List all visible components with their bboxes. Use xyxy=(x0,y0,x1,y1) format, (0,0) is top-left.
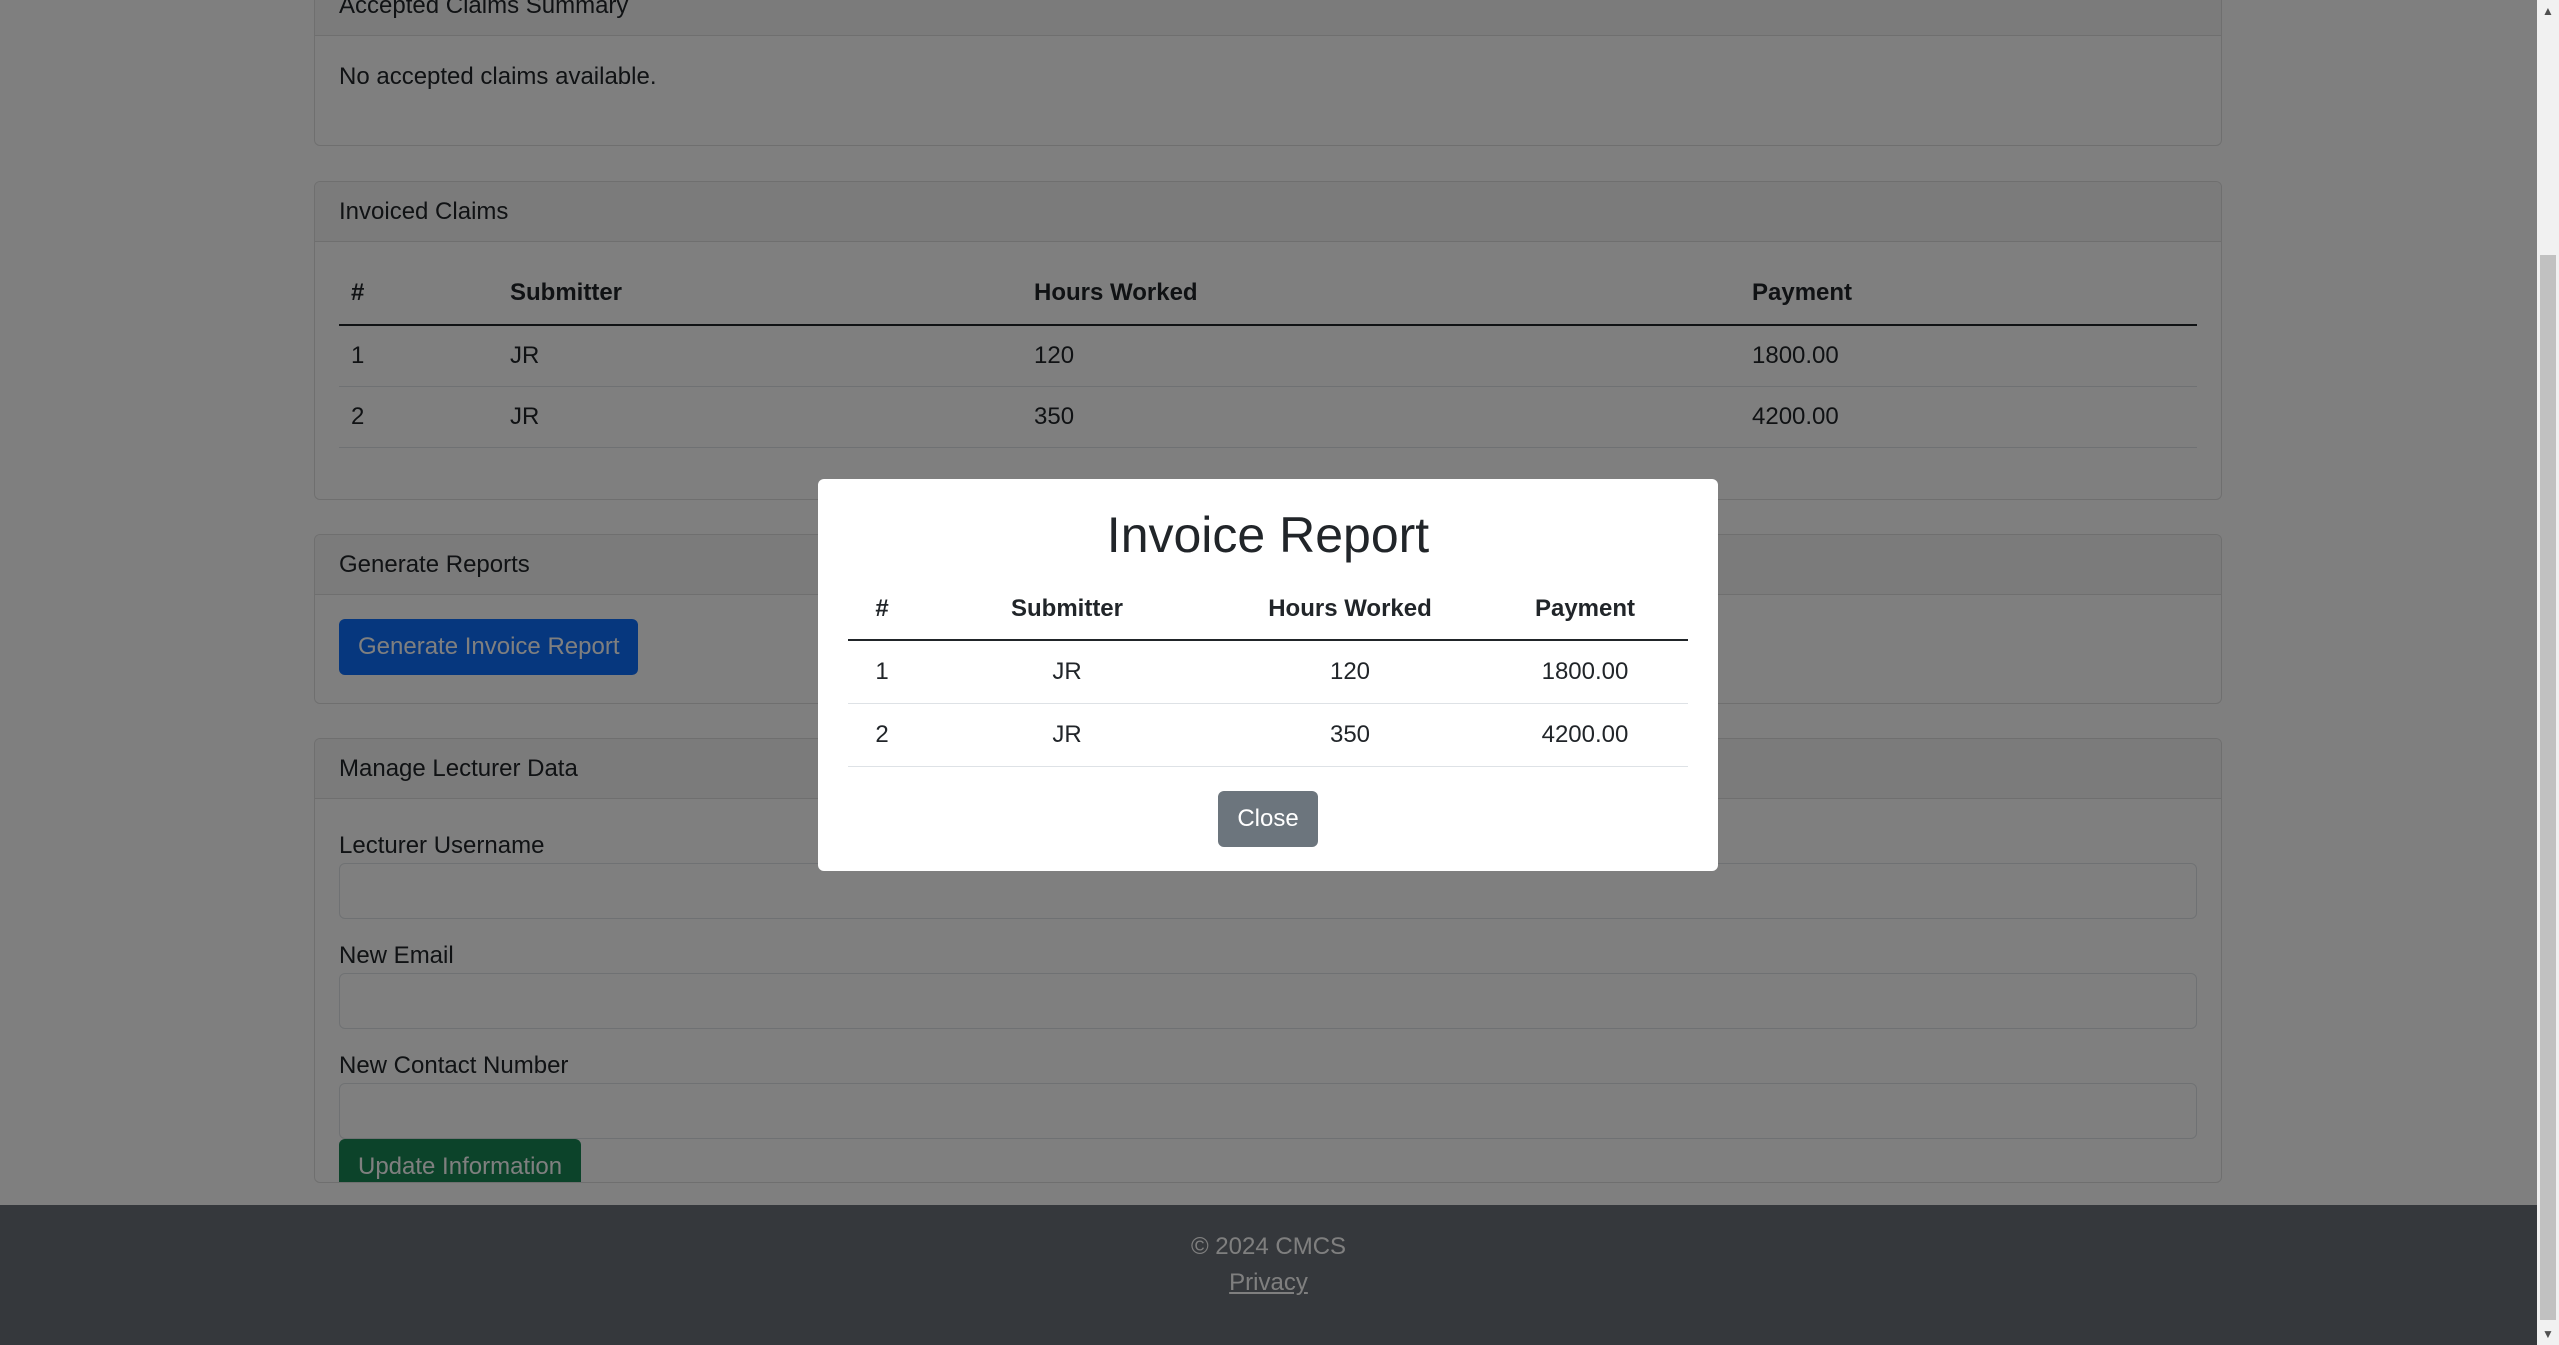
cell-payment: 1800.00 xyxy=(1482,640,1688,704)
invoice-report-modal: Invoice Report # Submitter Hours Worked … xyxy=(818,479,1718,871)
scroll-down-arrow-icon[interactable]: ▼ xyxy=(2537,1323,2559,1345)
column-header-number: # xyxy=(848,579,916,641)
cell-number: 2 xyxy=(848,703,916,767)
invoice-report-table: # Submitter Hours Worked Payment 1 JR 12… xyxy=(848,579,1688,767)
cell-hours: 350 xyxy=(1218,703,1482,767)
cell-number: 1 xyxy=(848,640,916,704)
column-header-hours: Hours Worked xyxy=(1218,579,1482,641)
cell-submitter: JR xyxy=(916,703,1218,767)
column-header-payment: Payment xyxy=(1482,579,1688,641)
table-row: 1 JR 120 1800.00 xyxy=(848,640,1688,704)
column-header-submitter: Submitter xyxy=(916,579,1218,641)
scrollbar-thumb[interactable] xyxy=(2540,255,2556,1320)
page: Accepted Claims Summary No accepted clai… xyxy=(0,0,2537,1345)
table-row: 2 JR 350 4200.00 xyxy=(848,703,1688,767)
modal-title: Invoice Report xyxy=(1106,507,1430,563)
scroll-up-arrow-icon[interactable]: ▲ xyxy=(2537,0,2559,22)
cell-payment: 4200.00 xyxy=(1482,703,1688,767)
cell-submitter: JR xyxy=(916,640,1218,704)
close-button[interactable]: Close xyxy=(1218,791,1318,847)
table-header-row: # Submitter Hours Worked Payment xyxy=(848,579,1688,641)
cell-hours: 120 xyxy=(1218,640,1482,704)
vertical-scrollbar[interactable]: ▲ ▼ xyxy=(2537,0,2559,1345)
